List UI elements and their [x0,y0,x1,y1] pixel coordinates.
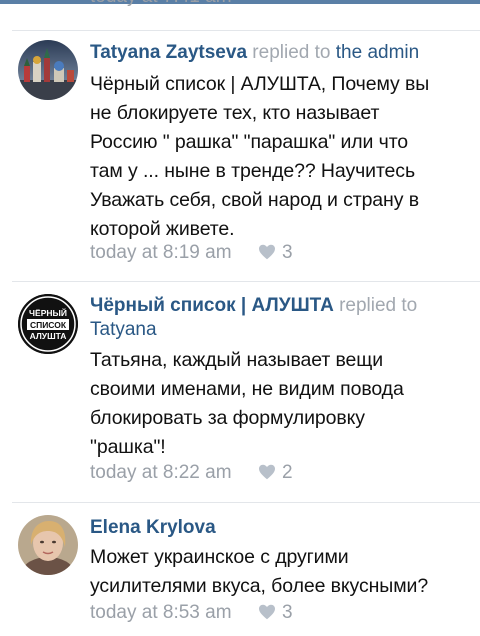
replied-to-link[interactable]: the admin [336,42,419,63]
comment-time[interactable]: today at 8:22 am [90,461,232,485]
like-button[interactable]: 3 [258,601,293,625]
author-name[interactable]: Tatyana Zaytseva [90,42,247,63]
text-line: Татьяна, каждый называет вещи [90,349,384,371]
text-line: блокировать за формулировку [90,407,365,429]
divider [12,281,480,282]
avatar[interactable] [18,40,78,100]
text-line: Может украинское с другими [90,546,349,568]
text-line: Чёрный список | АЛУШТА, Почему вы [90,73,430,95]
replied-to-link[interactable]: Tatyana [90,319,157,340]
previous-comment-time: today at 7:41 am [90,0,232,8]
comment-text: Может украинское с другими усилителями в… [90,543,462,601]
heart-icon [259,244,275,260]
comment-header: Elena Krylova [90,516,466,540]
comment-time[interactable]: today at 8:19 am [90,241,232,265]
author-name[interactable]: Elena Krylova [90,517,216,538]
like-button[interactable]: 3 [258,241,293,265]
text-line: своими именами, не видим повода [90,378,404,400]
top-accent-bar [0,0,480,4]
heart-icon [259,464,275,480]
replied-to-label: replied to [252,42,331,63]
comment-item: Tatyana Zaytseva replied to the admin Чё… [0,40,480,280]
like-count: 3 [282,242,293,263]
comment-meta: today at 8:19 am 3 [90,241,293,265]
like-count: 3 [282,602,293,623]
comment-item: Elena Krylova Может украинское с другими… [0,515,480,635]
avatar-logo-line: СПИСОК [30,320,67,330]
heart-icon [259,604,275,620]
text-line: не блокируете тех, кто называет [90,102,380,124]
avatar[interactable]: ЧЁРНЫЙ СПИСОК АЛУШТА [18,294,78,354]
comment-text: Татьяна, каждый называет вещи своими име… [90,346,462,462]
comment-time[interactable]: today at 8:53 am [90,601,232,625]
avatar-logo-line: ЧЁРНЫЙ [29,307,67,318]
text-line: усилителями вкуса, более вкусными? [90,575,429,597]
divider [12,30,480,31]
like-count: 2 [282,462,293,483]
comment-meta: today at 8:53 am 3 [90,601,293,625]
comment-header: Чёрный список | АЛУШТА replied to Tatyan… [90,294,466,342]
replied-to-label: replied to [339,295,418,316]
author-name[interactable]: Чёрный список | АЛУШТА [90,295,334,316]
avatar[interactable] [18,515,78,575]
text-line: "рашка"! [90,436,166,458]
like-button[interactable]: 2 [258,461,293,485]
comment-item: ЧЁРНЫЙ СПИСОК АЛУШТА Чёрный список | АЛУ… [0,294,480,494]
avatar-logo-line: АЛУШТА [30,331,67,341]
text-line: Россию " рашка" "парашка" или что [90,131,409,153]
text-line: Уважать себя, свой народ и страну в [90,189,419,211]
text-line: которой живете. [90,218,235,240]
comment-text: Чёрный список | АЛУШТА, Почему вы не бло… [90,70,462,244]
comment-header: Tatyana Zaytseva replied to the admin [90,41,466,65]
divider [12,502,480,503]
comment-meta: today at 8:22 am 2 [90,461,293,485]
text-line: там у ... ныне в тренде?? Научитесь [90,160,416,182]
